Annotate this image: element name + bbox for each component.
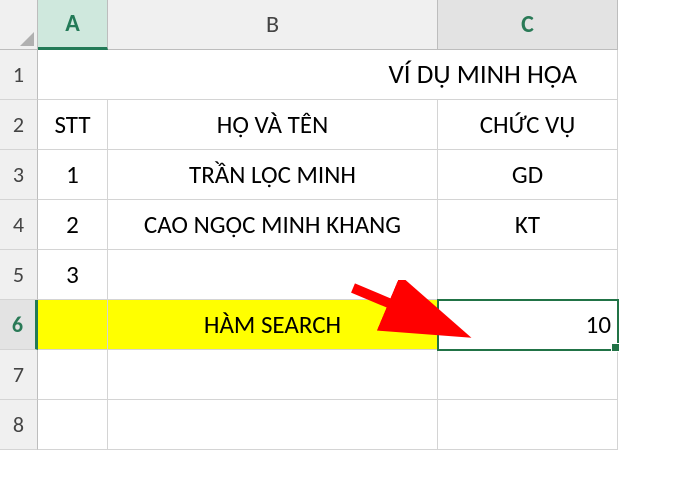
cell-a5[interactable]: 3 bbox=[38, 250, 108, 300]
cell-c5[interactable] bbox=[438, 250, 618, 300]
cell-b4[interactable]: CAO NGỌC MINH KHANG bbox=[108, 200, 438, 250]
row-header-8[interactable]: 8 bbox=[0, 400, 38, 450]
cell-c3[interactable]: GD bbox=[438, 150, 618, 200]
cell-c6[interactable]: 10 bbox=[438, 300, 618, 350]
select-all-corner[interactable] bbox=[0, 0, 38, 50]
cell-a3[interactable]: 1 bbox=[38, 150, 108, 200]
cell-b2[interactable]: HỌ VÀ TÊN bbox=[108, 100, 438, 150]
row-header-2[interactable]: 2 bbox=[0, 100, 38, 150]
cell-c4[interactable]: KT bbox=[438, 200, 618, 250]
cell-a4[interactable]: 2 bbox=[38, 200, 108, 250]
row-header-6[interactable]: 6 bbox=[0, 300, 38, 350]
cell-c8[interactable] bbox=[438, 400, 618, 450]
cell-title[interactable]: VÍ DỤ MINH HỌA bbox=[38, 50, 618, 100]
cell-c7[interactable] bbox=[438, 350, 618, 400]
row-header-1[interactable]: 1 bbox=[0, 50, 38, 100]
row-header-5[interactable]: 5 bbox=[0, 250, 38, 300]
cell-b8[interactable] bbox=[108, 400, 438, 450]
cell-b7[interactable] bbox=[108, 350, 438, 400]
row-header-7[interactable]: 7 bbox=[0, 350, 38, 400]
cell-b6[interactable]: HÀM SEARCH bbox=[108, 300, 438, 350]
spreadsheet-grid: A B C 1 VÍ DỤ MINH HỌA 2 STT HỌ VÀ TÊN C… bbox=[0, 0, 680, 450]
cell-c2[interactable]: CHỨC VỤ bbox=[438, 100, 618, 150]
col-header-c[interactable]: C bbox=[438, 0, 618, 50]
col-header-b[interactable]: B bbox=[108, 0, 438, 50]
cell-b3[interactable]: TRẦN LỘC MINH bbox=[108, 150, 438, 200]
row-header-3[interactable]: 3 bbox=[0, 150, 38, 200]
cell-b5[interactable] bbox=[108, 250, 438, 300]
cell-a7[interactable] bbox=[38, 350, 108, 400]
col-header-a[interactable]: A bbox=[38, 0, 108, 50]
row-header-4[interactable]: 4 bbox=[0, 200, 38, 250]
cell-a8[interactable] bbox=[38, 400, 108, 450]
cell-a2[interactable]: STT bbox=[38, 100, 108, 150]
cell-a6[interactable] bbox=[38, 300, 108, 350]
